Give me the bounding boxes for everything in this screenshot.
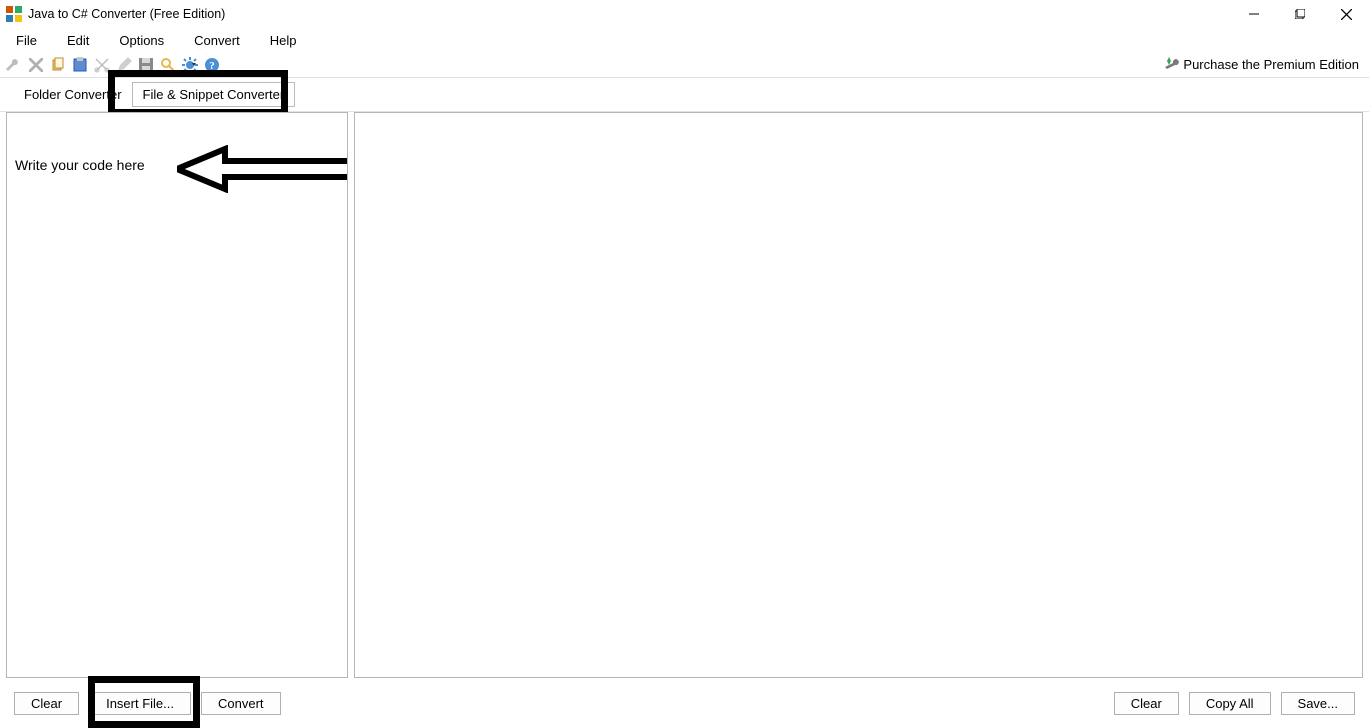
premium-icon (1163, 57, 1179, 73)
search-icon[interactable] (158, 55, 178, 75)
purchase-link[interactable]: Purchase the Premium Edition (1163, 57, 1359, 73)
annotation-arrow-icon (177, 145, 348, 193)
tab-row: Folder Converter File & Snippet Converte… (0, 78, 1369, 112)
menu-help[interactable]: Help (264, 31, 303, 50)
toolbar: ? Purchase the Premium Edition (0, 52, 1369, 78)
bottom-button-row: Clear Insert File... Convert Clear Copy … (0, 678, 1369, 728)
gear-icon[interactable] (180, 55, 200, 75)
workarea: Write your code here (0, 112, 1369, 678)
edit-icon[interactable] (114, 55, 134, 75)
close-button[interactable] (1323, 0, 1369, 28)
save-button[interactable]: Save... (1281, 692, 1355, 715)
purchase-label: Purchase the Premium Edition (1183, 57, 1359, 72)
annotation-write-code: Write your code here (15, 157, 145, 173)
app-icon (6, 6, 22, 22)
paste-icon[interactable] (70, 55, 90, 75)
wrench-icon[interactable] (4, 55, 24, 75)
svg-text:?: ? (209, 60, 215, 72)
window-controls (1231, 0, 1369, 28)
menu-file[interactable]: File (10, 31, 43, 50)
output-code-pane[interactable] (354, 112, 1363, 678)
insert-file-button[interactable]: Insert File... (89, 692, 191, 715)
help-icon[interactable]: ? (202, 55, 222, 75)
delete-icon[interactable] (26, 55, 46, 75)
titlebar: Java to C# Converter (Free Edition) (0, 0, 1369, 28)
menu-edit[interactable]: Edit (61, 31, 95, 50)
menu-options[interactable]: Options (113, 31, 170, 50)
copy-icon[interactable] (48, 55, 68, 75)
save-icon[interactable] (136, 55, 156, 75)
source-code-pane[interactable]: Write your code here (6, 112, 348, 678)
tab-file-snippet-converter[interactable]: File & Snippet Converter (132, 82, 296, 107)
tab-folder-converter[interactable]: Folder Converter (14, 83, 132, 106)
convert-button[interactable]: Convert (201, 692, 281, 715)
window-title: Java to C# Converter (Free Edition) (28, 7, 225, 21)
clear-source-button[interactable]: Clear (14, 692, 79, 715)
menu-convert[interactable]: Convert (188, 31, 246, 50)
clear-output-button[interactable]: Clear (1114, 692, 1179, 715)
minimize-button[interactable] (1231, 0, 1277, 28)
maximize-button[interactable] (1277, 0, 1323, 28)
copy-all-button[interactable]: Copy All (1189, 692, 1271, 715)
cut-icon[interactable] (92, 55, 112, 75)
menubar: File Edit Options Convert Help (0, 28, 1369, 52)
